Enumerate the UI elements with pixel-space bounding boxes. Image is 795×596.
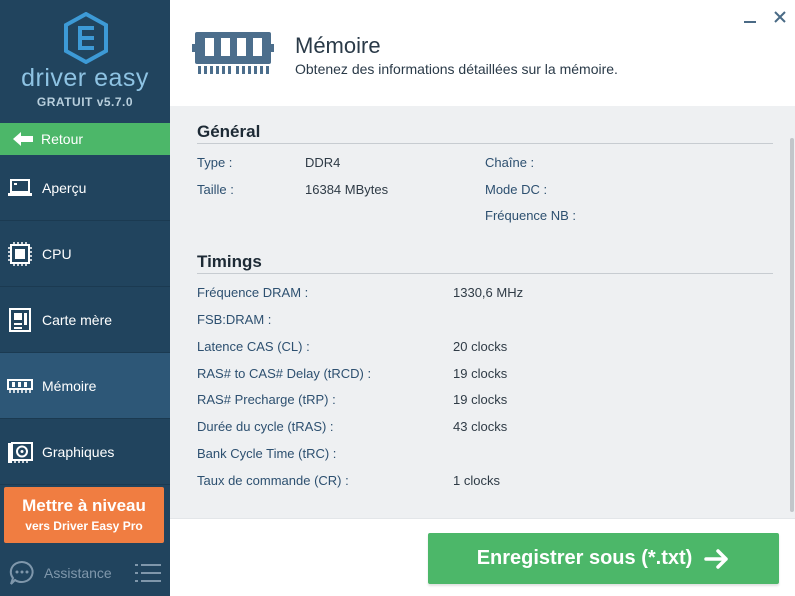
assistance-link[interactable]: Assistance xyxy=(44,565,112,581)
driver-easy-logo-icon xyxy=(64,12,108,64)
page-subtitle: Obtenez des informations détaillées sur … xyxy=(295,61,618,77)
sidebar-item-carte-mere[interactable]: Carte mère xyxy=(0,287,170,353)
save-as-label: Enregistrer sous (*.txt) xyxy=(476,547,693,569)
version-label: GRATUIT v5.7.0 xyxy=(36,95,134,109)
timing-label: Taux de commande (CR) : xyxy=(197,473,349,488)
size-label: Taille : xyxy=(197,182,234,197)
sidebar-item-apercu[interactable]: Aperçu xyxy=(0,155,170,221)
page-title: Mémoire xyxy=(295,33,381,58)
timing-value: 1 clocks xyxy=(453,473,500,488)
ram-large-icon xyxy=(192,32,274,74)
main-content: Mémoire Obtenez des informations détaill… xyxy=(170,0,795,596)
timing-value: 19 clocks xyxy=(453,392,508,407)
timing-label: FSB:DRAM : xyxy=(197,312,272,327)
timing-value: 19 clocks xyxy=(453,366,508,381)
section-divider xyxy=(197,273,773,274)
sidebar-item-label: CPU xyxy=(42,245,72,262)
assistance-bar: Assistance xyxy=(0,553,170,593)
timing-label: Fréquence DRAM : xyxy=(197,285,309,300)
timing-label: RAS# to CAS# Delay (tRCD) : xyxy=(197,366,372,381)
cpu-icon xyxy=(7,241,33,267)
upgrade-subtitle: vers Driver Easy Pro xyxy=(25,519,143,533)
timing-value: 1330,6 MHz xyxy=(453,285,524,300)
timing-label: Latence CAS (CL) : xyxy=(197,339,310,354)
sidebar-item-memoire[interactable]: Mémoire xyxy=(0,353,170,419)
section-title-timings: Timings xyxy=(197,252,262,271)
graphics-card-icon xyxy=(7,439,33,465)
sidebar: driver easy GRATUIT v5.7.0 Retour Aperçu… xyxy=(0,0,170,596)
scrollbar[interactable] xyxy=(790,138,794,512)
upgrade-title: Mettre à niveau xyxy=(22,496,146,515)
sidebar-item-label: Graphiques xyxy=(42,443,115,460)
chat-icon[interactable] xyxy=(9,560,35,586)
details-panel: Général Type : DDR4 Chaîne : Taille : 16… xyxy=(170,106,795,518)
timing-value: 43 clocks xyxy=(453,419,508,434)
channel-label: Chaîne : xyxy=(485,155,535,170)
laptop-icon xyxy=(7,175,33,201)
sidebar-item-graphiques[interactable]: Graphiques xyxy=(0,419,170,485)
nb-frequency-label: Fréquence NB : xyxy=(485,208,577,223)
back-button[interactable]: Retour xyxy=(0,123,170,155)
motherboard-icon xyxy=(7,307,33,333)
section-divider xyxy=(197,143,773,144)
type-label: Type : xyxy=(197,155,233,170)
timing-label: RAS# Precharge (tRP) : xyxy=(197,392,336,407)
timing-label: Durée du cycle (tRAS) : xyxy=(197,419,334,434)
logo: driver easy GRATUIT v5.7.0 xyxy=(0,0,170,123)
sidebar-nav: Aperçu CPU Carte mère Mémoire Graphiques xyxy=(0,155,170,485)
type-value: DDR4 xyxy=(305,155,341,170)
footer: Enregistrer sous (*.txt) xyxy=(170,518,795,596)
timing-label: Bank Cycle Time (tRC) : xyxy=(197,446,337,461)
upgrade-button[interactable]: Mettre à niveau vers Driver Easy Pro xyxy=(4,487,164,543)
dc-mode-label: Mode DC : xyxy=(485,182,548,197)
sidebar-item-label: Carte mère xyxy=(42,311,113,328)
sidebar-item-label: Mémoire xyxy=(42,377,97,394)
arrow-right-icon xyxy=(704,548,729,569)
sidebar-item-label: Aperçu xyxy=(42,179,87,196)
arrow-left-icon xyxy=(13,132,33,146)
size-value: 16384 MBytes xyxy=(305,182,389,197)
menu-icon[interactable] xyxy=(135,563,161,583)
page-header: Mémoire Obtenez des informations détaill… xyxy=(170,0,795,106)
sidebar-item-cpu[interactable]: CPU xyxy=(0,221,170,287)
ram-icon xyxy=(7,373,33,399)
save-as-button[interactable]: Enregistrer sous (*.txt) xyxy=(428,533,779,584)
brand-name: driver easy xyxy=(21,64,149,92)
timing-value: 20 clocks xyxy=(453,339,508,354)
section-title-general: Général xyxy=(197,122,261,141)
back-label: Retour xyxy=(41,131,84,147)
